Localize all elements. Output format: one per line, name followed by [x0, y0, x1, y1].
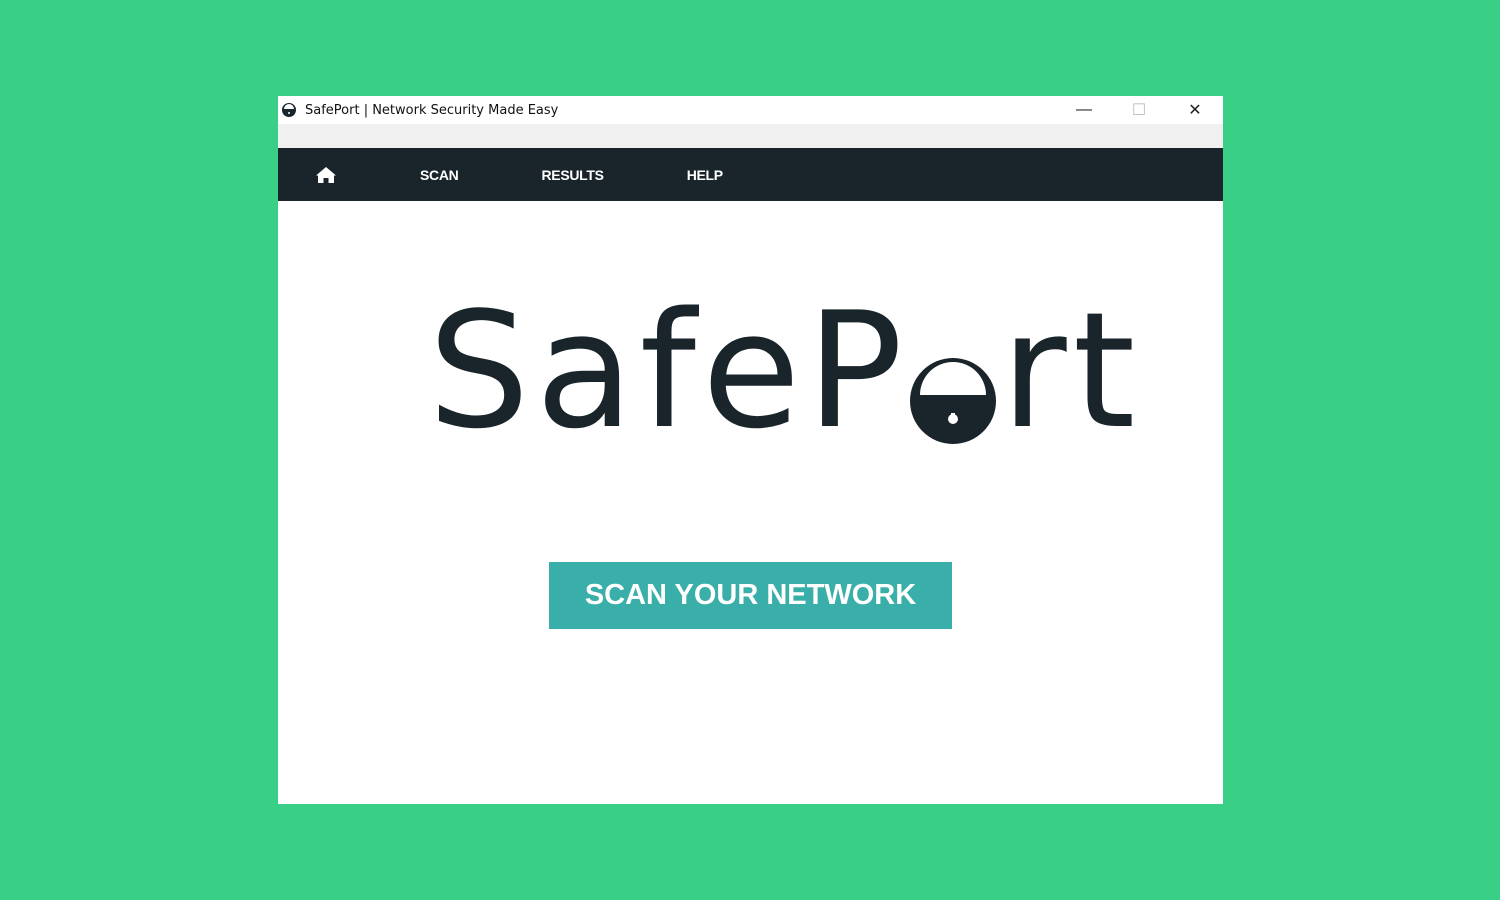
- app-window: SafePort | Network Security Made Easy — …: [278, 96, 1223, 804]
- logo-text-end: rt: [1000, 277, 1142, 464]
- minimize-button[interactable]: —: [1056, 96, 1112, 124]
- safeport-logo: SafeP rt: [428, 291, 1141, 451]
- title-bar: SafePort | Network Security Made Easy — …: [278, 96, 1223, 124]
- scan-network-button[interactable]: SCAN YOUR NETWORK: [549, 562, 952, 629]
- nav-home[interactable]: [278, 166, 374, 184]
- home-icon: [316, 166, 336, 183]
- window-title: SafePort | Network Security Made Easy: [305, 102, 559, 118]
- nav-help[interactable]: HELP: [687, 167, 723, 183]
- nav-bar: SCAN RESULTS HELP: [278, 148, 1223, 201]
- logo-text-start: SafeP: [428, 277, 909, 464]
- safeport-lock-icon: [282, 103, 296, 117]
- close-button[interactable]: ✕: [1167, 96, 1223, 124]
- maximize-button[interactable]: ☐: [1111, 96, 1167, 124]
- nav-scan[interactable]: SCAN: [420, 167, 459, 183]
- menu-strip: [278, 124, 1223, 148]
- padlock-icon: [909, 358, 996, 444]
- nav-results[interactable]: RESULTS: [541, 167, 604, 183]
